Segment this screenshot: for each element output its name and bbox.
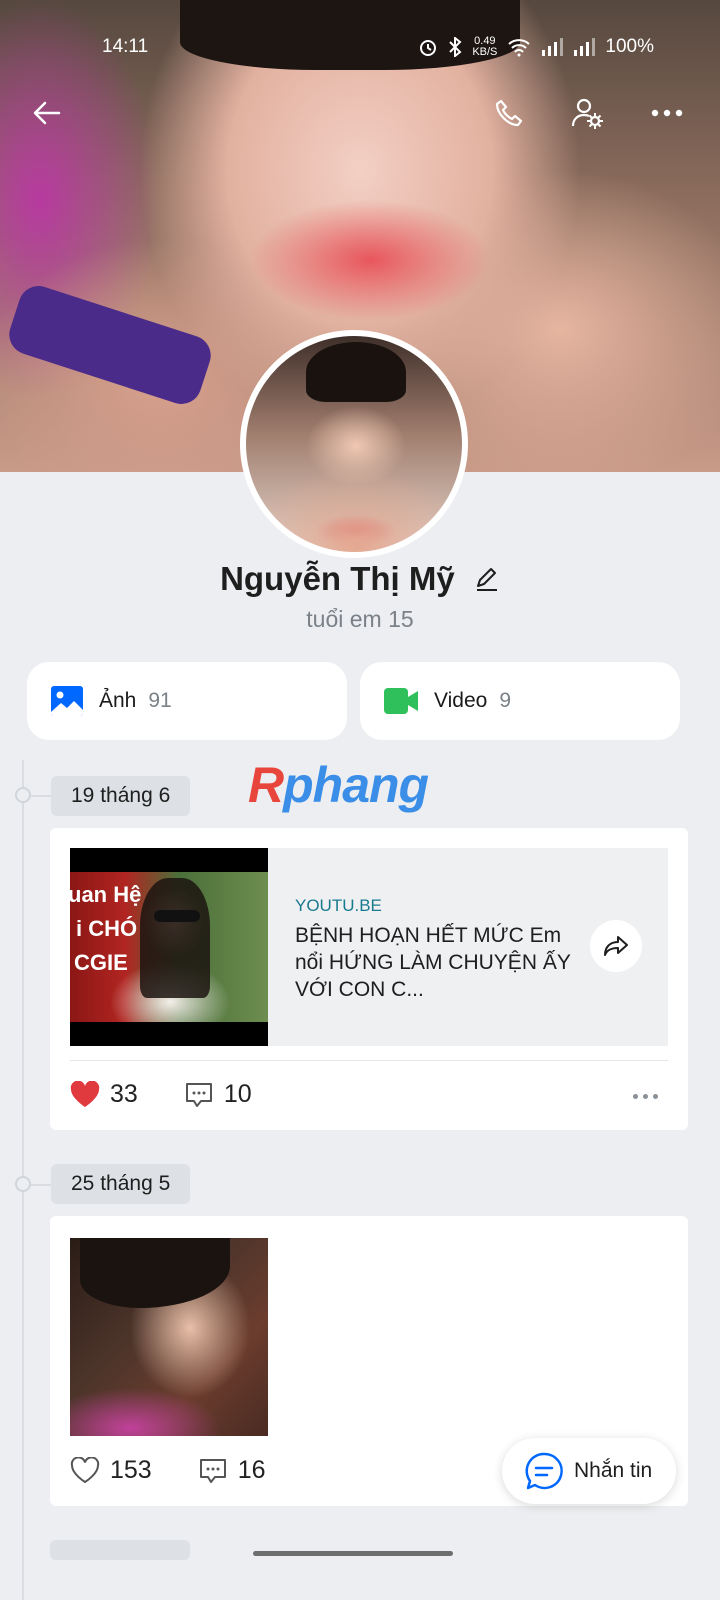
link-thumbnail: uan Hệ i CHÓ CGIE <box>70 848 268 1046</box>
back-button[interactable] <box>22 88 72 138</box>
signal-icon-1 <box>542 38 564 56</box>
chat-bubble-icon <box>525 1452 563 1490</box>
avatar-hair-shape <box>306 342 406 402</box>
profile-top-nav <box>0 88 720 138</box>
heart-icon[interactable] <box>70 1081 100 1108</box>
photo-icon <box>51 686 83 716</box>
battery-level: 100% <box>605 36 654 57</box>
timeline-connector <box>31 1184 51 1186</box>
post-more-button[interactable] <box>633 1094 658 1099</box>
comment-count: 10 <box>223 1080 252 1108</box>
thumbnail-text-3: CGIE <box>74 950 128 975</box>
photos-label: Ảnh <box>99 689 137 712</box>
share-icon <box>604 936 628 956</box>
link-title: BỆNH HOẠN HẾT MỨC Em nổi HỨNG LÀM CHUYỆN… <box>295 924 571 1001</box>
timeline-date: 19 tháng 6 <box>51 776 191 816</box>
more-icon <box>651 109 683 117</box>
videos-label: Video <box>434 689 488 712</box>
post-actions: 153 16 <box>70 1456 312 1485</box>
post-photo[interactable] <box>70 1238 268 1436</box>
videos-count: 9 <box>499 689 512 712</box>
phone-icon <box>495 99 523 127</box>
like-count: 33 <box>110 1080 138 1108</box>
status-bar: 14:11 0.49 KB/S 100% <box>0 28 720 68</box>
link-preview[interactable]: uan Hệ i CHÓ CGIE YOUTU.BE BỆNH HOẠN HẾT… <box>70 848 668 1046</box>
timeline-post: uan Hệ i CHÓ CGIE YOUTU.BE BỆNH HOẠN HẾT… <box>50 828 688 1130</box>
timeline-dot <box>15 1176 31 1192</box>
timeline-dot <box>15 787 31 803</box>
profile-name: Nguyễn Thị Mỹ <box>220 560 455 597</box>
back-arrow-icon <box>33 101 61 125</box>
watermark-logo: Rphang <box>248 756 429 814</box>
edit-pencil-icon <box>476 568 497 592</box>
call-button[interactable] <box>484 88 534 138</box>
message-button[interactable]: Nhắn tin <box>502 1438 676 1504</box>
edit-name-button[interactable] <box>474 562 500 600</box>
link-source: YOUTU.BE <box>295 896 382 915</box>
video-camera-icon <box>384 688 418 714</box>
cover-strap-shape <box>4 280 216 410</box>
thumbnail-person-shape <box>140 878 210 998</box>
bluetooth-icon <box>449 37 462 57</box>
profile-status: tuổi em 15 <box>306 606 414 632</box>
thumbnail-text-2: i CHÓ <box>76 916 138 941</box>
share-button[interactable] <box>590 920 642 972</box>
thumbnail-glasses-shape <box>154 910 200 922</box>
dot <box>633 1094 638 1099</box>
status-icons: 0.49 KB/S 100% <box>418 36 654 58</box>
wifi-icon <box>508 39 531 57</box>
photos-card[interactable]: Ảnh 91 <box>27 662 347 740</box>
watermark-rest: phang <box>283 757 429 813</box>
net-speed: 0.49 KB/S <box>472 36 497 58</box>
dot <box>643 1094 648 1099</box>
profile-avatar[interactable] <box>240 330 468 558</box>
user-settings-icon <box>571 98 603 129</box>
like-count: 153 <box>110 1456 152 1484</box>
timeline-connector <box>31 795 51 797</box>
home-indicator[interactable] <box>253 1551 453 1556</box>
post-divider <box>70 1060 668 1061</box>
timeline-date-peek <box>50 1540 190 1560</box>
signal-icon-2 <box>574 38 596 56</box>
heart-icon[interactable] <box>70 1457 100 1484</box>
photos-count: 91 <box>148 689 172 712</box>
profile-settings-button[interactable] <box>562 88 612 138</box>
status-time: 14:11 <box>102 36 149 57</box>
alarm-icon <box>420 40 437 56</box>
comment-icon[interactable] <box>184 1081 214 1109</box>
more-options-button[interactable] <box>642 88 692 138</box>
net-speed-unit: KB/S <box>472 46 498 58</box>
photo-hair-shape <box>80 1238 230 1308</box>
comment-icon[interactable] <box>198 1457 228 1485</box>
watermark-first-letter: R <box>248 757 284 813</box>
comment-count: 16 <box>237 1456 266 1484</box>
timeline-date: 25 tháng 5 <box>51 1164 191 1204</box>
dot <box>653 1094 658 1099</box>
message-label: Nhắn tin <box>574 1459 653 1482</box>
thumbnail-text-1: uan Hệ <box>70 882 142 907</box>
videos-card[interactable]: Video 9 <box>360 662 680 740</box>
post-actions: 33 10 <box>70 1080 298 1109</box>
profile-name-row: Nguyễn Thị Mỹ <box>0 560 720 600</box>
